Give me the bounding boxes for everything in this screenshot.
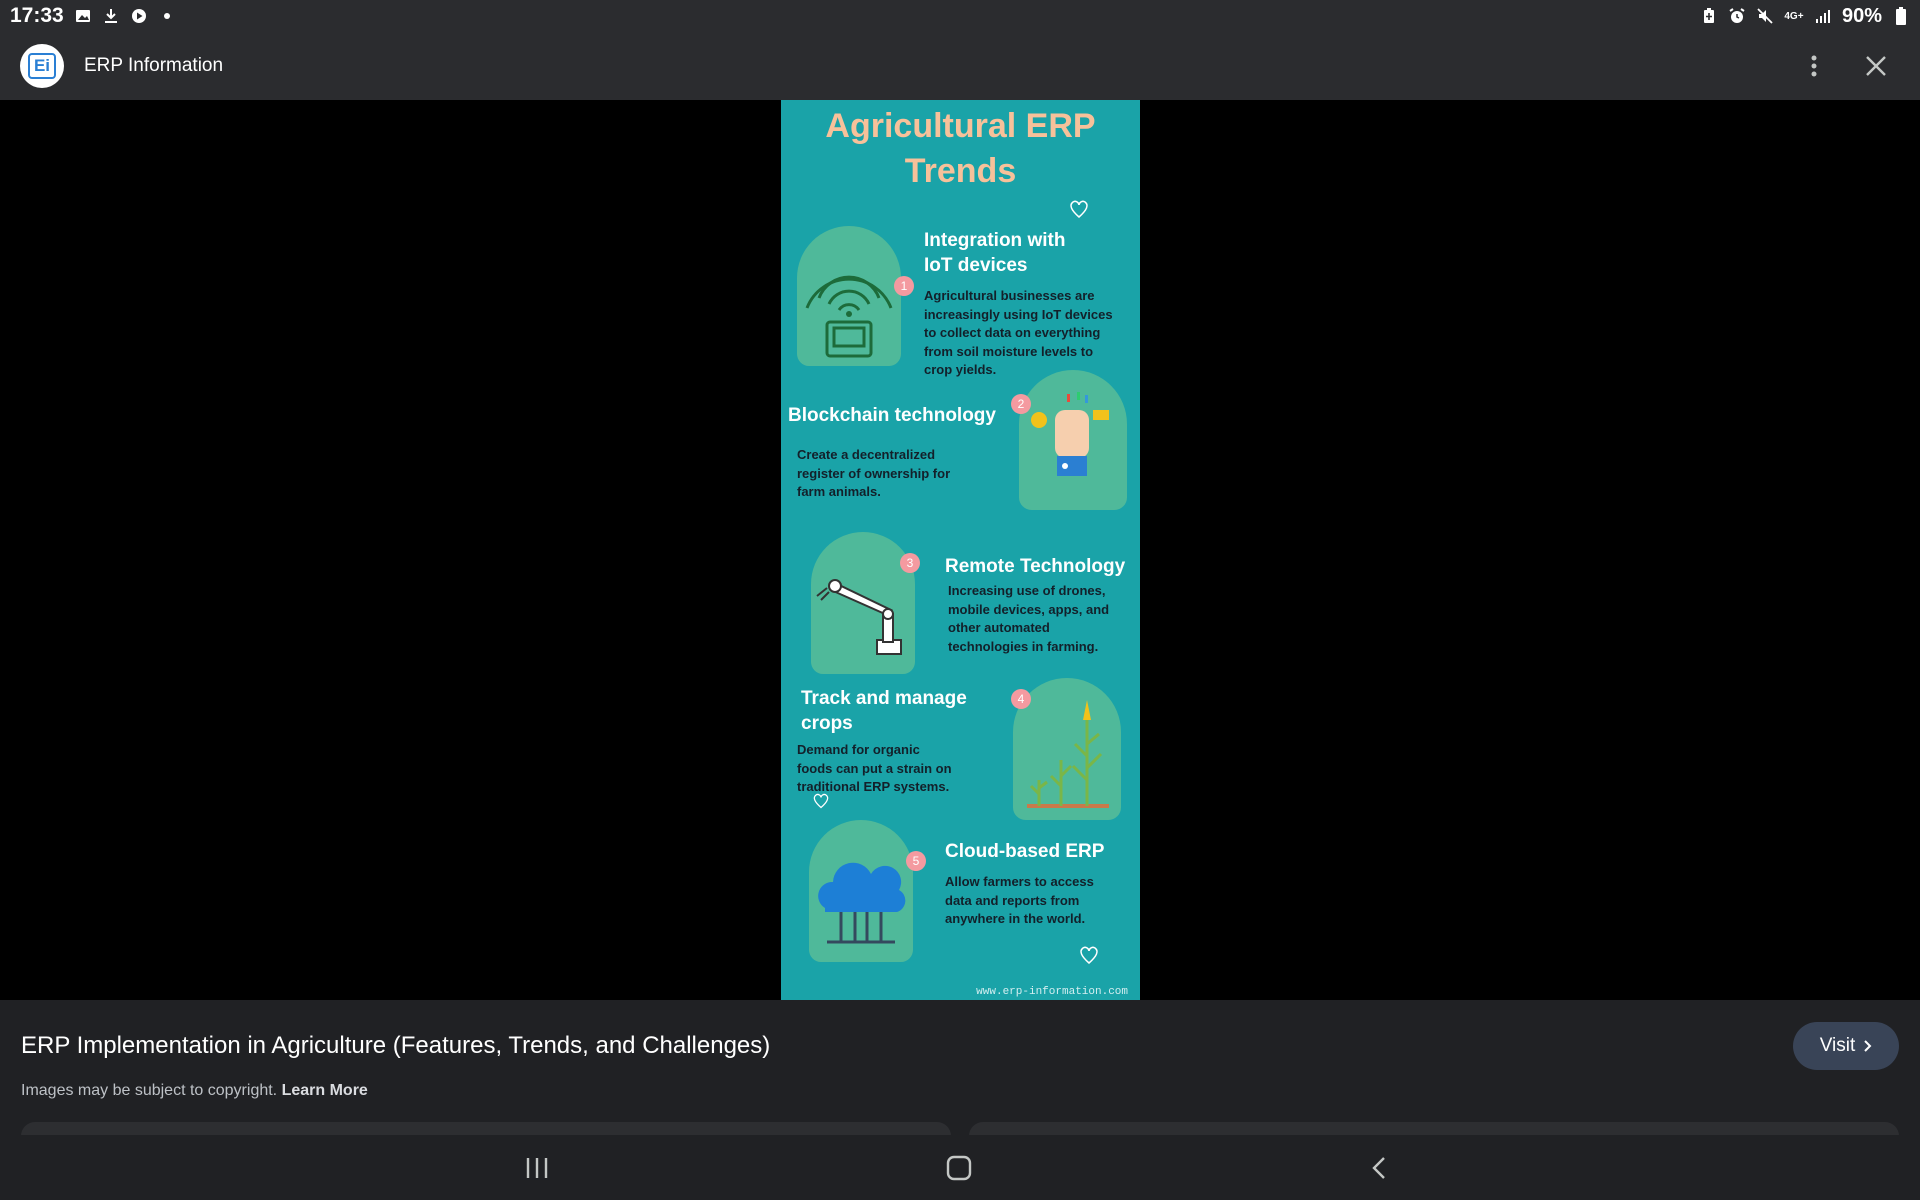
battery-icon (1892, 7, 1910, 25)
gallery-icon (74, 7, 92, 25)
item-2-number: 2 (1011, 394, 1031, 414)
battery-percent: 90% (1841, 4, 1882, 27)
image-info-panel (0, 1000, 1920, 1135)
heart-doodle-icon (813, 793, 829, 809)
infographic-title: Agricultural ERP Trends (781, 104, 1140, 194)
infographic-footer-url: www.erp-information.com (976, 986, 1128, 998)
recent-apps-icon (526, 1157, 548, 1178)
close-button[interactable] (1852, 42, 1900, 90)
home-button[interactable] (919, 1135, 999, 1200)
item-1-body-line: increasingly using IoT devices (924, 306, 1113, 322)
site-logo[interactable]: Ei (20, 44, 64, 88)
title-line-2: Trends (904, 152, 1017, 190)
alarm-icon (1728, 7, 1746, 25)
visit-label: Visit (1819, 1035, 1856, 1056)
item-4-heading: Track and manage crops (801, 686, 967, 736)
iot-device-icon (805, 275, 893, 358)
title-line-1: Agricultural ERP (825, 107, 1096, 145)
item-2-body: Create a decentralized register of owner… (797, 446, 950, 502)
back-button[interactable] (1339, 1135, 1419, 1200)
status-bar: 17:33 4G+ 90% (0, 0, 1920, 32)
item-4-body: Demand for organic foods can put a strai… (797, 741, 952, 797)
item-1-heading: Integration with IoT devices (924, 228, 1065, 278)
crops-icon (1027, 700, 1109, 808)
item-5-number: 5 (906, 851, 926, 871)
item-1-number: 1 (894, 276, 914, 296)
copyright-notice: Images may be subject to copyright. Lear… (21, 1082, 368, 1100)
item-5-body: Allow farmers to access data and reports… (945, 873, 1094, 929)
robotic-arm-icon (816, 579, 902, 655)
item-5-body-line: data and reports from (945, 892, 1080, 908)
cloud-icon (818, 862, 906, 944)
item-1-heading-line-2: IoT devices (924, 255, 1028, 276)
item-1-body-line: Agricultural businesses are (924, 288, 1095, 303)
item-3-body: Increasing use of drones, mobile devices… (948, 582, 1109, 656)
item-2-body-line: register of ownership for (797, 465, 951, 481)
learn-more-link[interactable]: Learn More (282, 1082, 368, 1099)
item-2-heading: Blockchain technology (788, 405, 996, 426)
more-options-button[interactable] (1790, 42, 1838, 90)
item-4-heading-line-1: Track and manage (801, 688, 967, 709)
more-vert-icon (1811, 55, 1817, 77)
heart-doodle-icon (1080, 946, 1098, 964)
visit-button[interactable]: Visit (1793, 1022, 1899, 1070)
item-3-body-line: other automated (948, 620, 1050, 635)
system-nav-bar (0, 1135, 1920, 1200)
item-1-body-line: to collect data on everything (924, 325, 1101, 340)
image-viewer: Agricultural ERP Trends 1 Integration wi… (0, 100, 1920, 1077)
item-4-body-line: foods can put a strain on (797, 760, 952, 776)
site-logo-text: Ei (28, 53, 56, 79)
play-store-icon (130, 7, 148, 25)
item-2-body-line: Create a decentralized (797, 447, 936, 462)
site-name[interactable]: ERP Information (84, 55, 223, 77)
item-3-heading: Remote Technology (945, 556, 1126, 577)
item-3-body-line: Increasing use of drones, (948, 583, 1106, 598)
viewer-header: Ei ERP Information (0, 32, 1920, 100)
back-icon (1372, 1156, 1385, 1179)
item-3-body-line: mobile devices, apps, and (948, 601, 1110, 617)
battery-saver-icon (1700, 7, 1718, 25)
network-4g-icon: 4G+ (1784, 10, 1804, 22)
item-4-heading-line-2: crops (801, 713, 853, 734)
infographic-image[interactable]: Agricultural ERP Trends 1 Integration wi… (781, 100, 1140, 1000)
page-title-link[interactable]: ERP Implementation in Agriculture (Featu… (21, 1032, 770, 1060)
item-5-body-line: Allow farmers to access (945, 874, 1094, 889)
mute-icon (1756, 7, 1774, 25)
download-icon (102, 7, 120, 25)
status-time: 17:33 (10, 4, 64, 27)
item-1-heading-line-1: Integration with (924, 230, 1066, 251)
chevron-right-icon (1864, 1040, 1872, 1052)
signal-icon (1814, 7, 1832, 25)
item-2-body-line: farm animals. (797, 484, 881, 499)
blockchain-hand-icon (1031, 392, 1109, 476)
item-4-body-line: Demand for organic (797, 742, 920, 757)
heart-doodle-icon (1070, 200, 1088, 218)
item-5-body-line: anywhere in the world. (945, 911, 1086, 926)
recent-apps-button[interactable] (497, 1135, 577, 1200)
home-icon (946, 1155, 972, 1180)
item-1-body-line: from soil moisture levels to (924, 343, 1094, 359)
item-5-heading: Cloud-based ERP (945, 841, 1105, 862)
dot-icon (158, 7, 176, 25)
copyright-text: Images may be subject to copyright. (21, 1082, 278, 1099)
item-1-body: Agricultural businesses are increasingly… (924, 287, 1113, 380)
item-3-body-line: technologies in farming. (948, 638, 1099, 654)
item-3-number: 3 (900, 553, 920, 573)
close-icon (1866, 56, 1886, 76)
item-4-number: 4 (1011, 689, 1031, 709)
